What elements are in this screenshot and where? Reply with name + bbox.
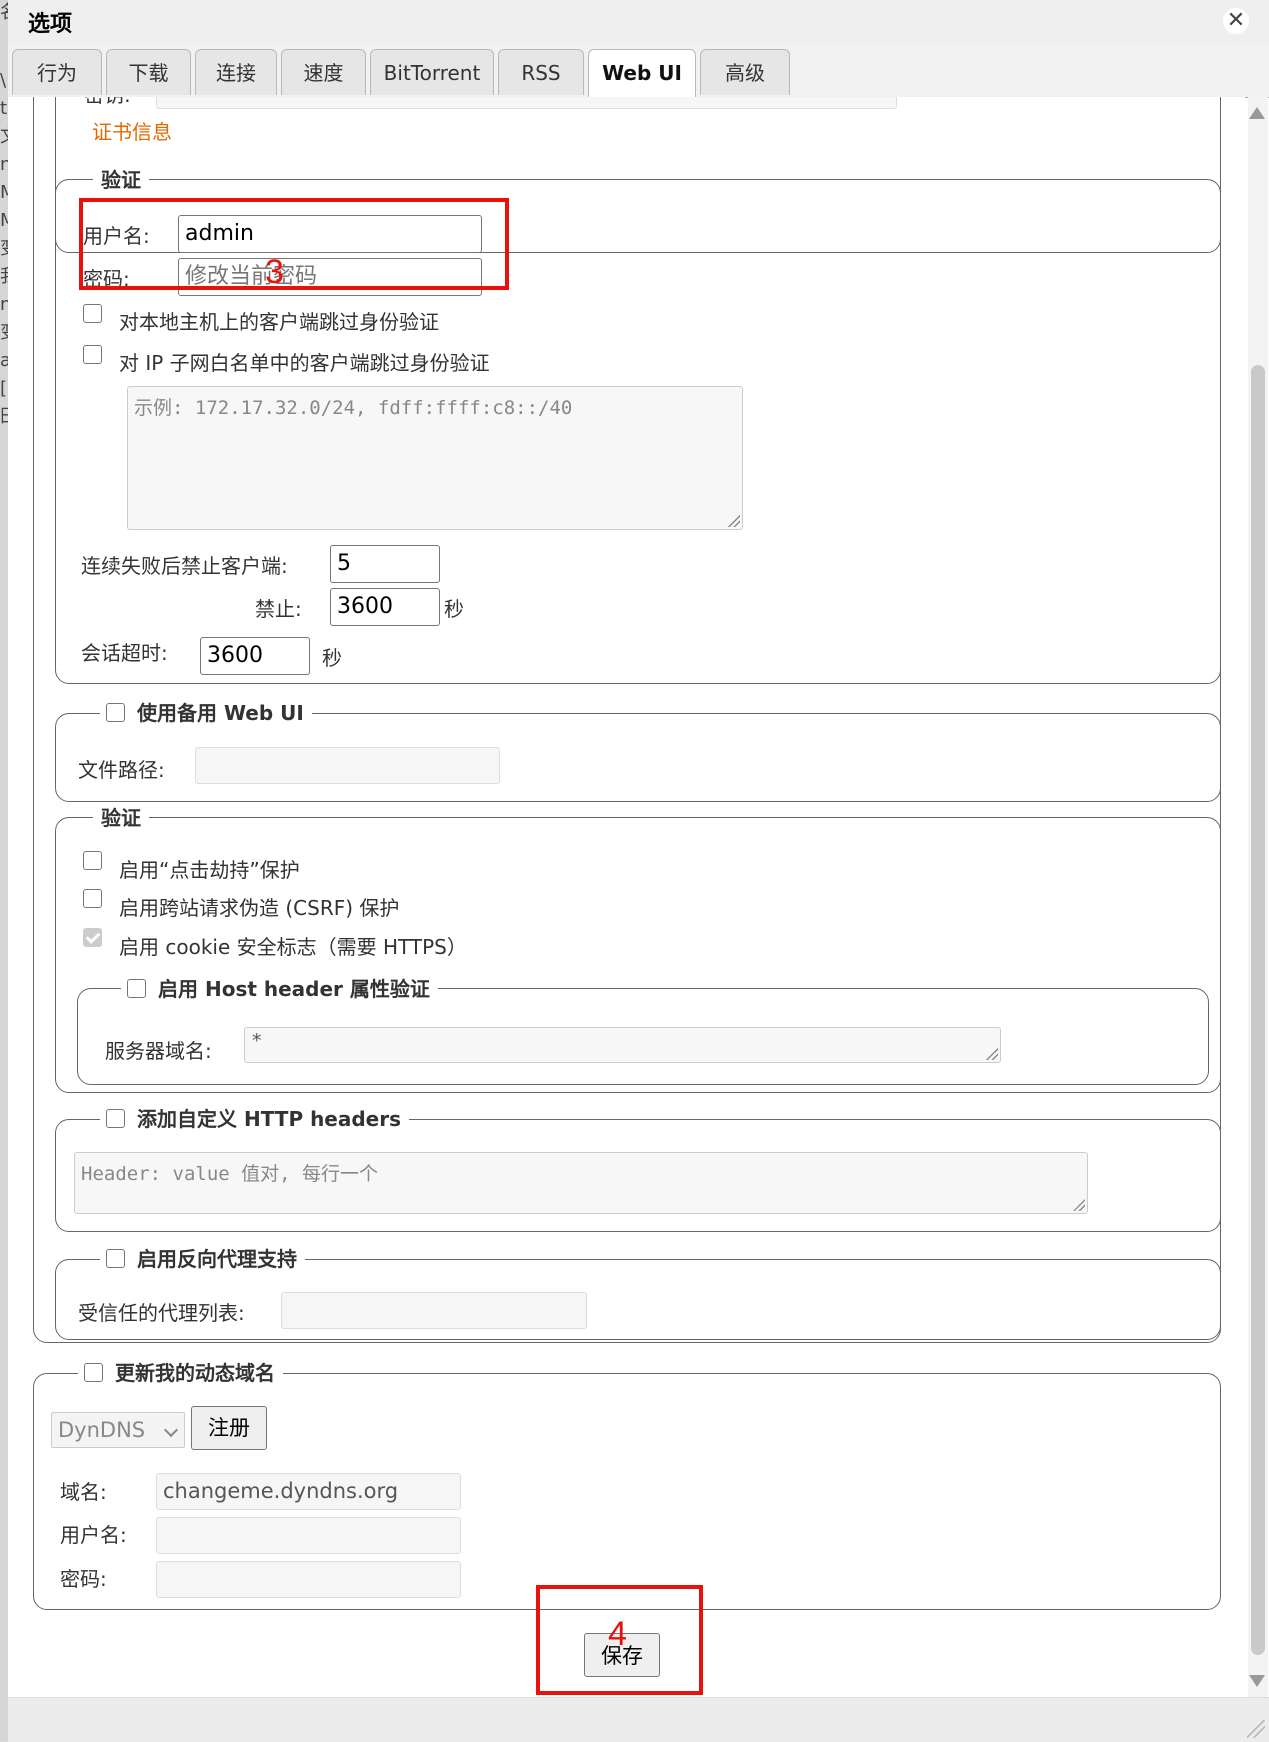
bypass-whitelist-label: 对 IP 子网白名单中的客户端跳过身份验证 <box>119 351 490 375</box>
register-button[interactable]: 注册 <box>191 1406 267 1450</box>
background-char: \ <box>0 70 7 91</box>
close-icon[interactable]: ✕ <box>1223 8 1249 34</box>
dyndns-password-label: 密码: <box>60 1567 107 1591</box>
file-path-label: 文件路径: <box>78 758 165 782</box>
annotation-number-3: 3 <box>265 253 284 291</box>
reverse-proxy-legend: 启用反向代理支持 <box>100 1243 305 1272</box>
custom-headers-legend: 添加自定义 HTTP headers <box>100 1103 410 1132</box>
ban-for-input[interactable]: 3600 <box>330 588 440 626</box>
tab-rss[interactable]: RSS <box>498 49 584 95</box>
tab-webui[interactable]: Web UI <box>588 49 696 99</box>
security-legend: 验证 <box>93 802 149 831</box>
dialog-footer <box>8 1697 1269 1742</box>
session-timeout-label: 会话超时: <box>81 641 168 665</box>
custom-headers-checkbox[interactable] <box>106 1109 125 1128</box>
dialog-titlebar: 选项 ✕ <box>8 0 1269 43</box>
tab-advanced[interactable]: 高级 <box>700 49 790 95</box>
scrollbar-thumb[interactable] <box>1251 365 1265 1655</box>
trusted-proxy-label: 受信任的代理列表: <box>78 1301 245 1325</box>
dialog-title: 选项 <box>28 12 73 37</box>
reverse-proxy-checkbox[interactable] <box>106 1249 125 1268</box>
tab-speed[interactable]: 速度 <box>281 49 366 95</box>
ban-after-input[interactable]: 5 <box>330 545 440 583</box>
cookie-secure-checkbox[interactable] <box>83 928 102 947</box>
server-domain-input[interactable]: * <box>244 1027 1001 1063</box>
content-scrollbar[interactable] <box>1248 97 1268 1697</box>
ban-for-label: 禁止: <box>255 597 302 621</box>
dyndns-legend-text: 更新我的动态域名 <box>115 1361 275 1385</box>
custom-headers-legend-text: 添加自定义 HTTP headers <box>137 1107 402 1131</box>
key-label: 密钥: <box>84 97 131 108</box>
alt-webui-legend-text: 使用备用 Web UI <box>137 701 304 725</box>
domain-input[interactable]: changeme.dyndns.org <box>156 1473 461 1510</box>
csrf-label: 启用跨站请求伪造 (CSRF) 保护 <box>119 896 400 920</box>
alt-webui-legend: 使用备用 Web UI <box>100 697 312 726</box>
annotation-number-4: 4 <box>608 1615 627 1653</box>
cookie-secure-label: 启用 cookie 安全标志（需要 HTTPS） <box>119 935 467 959</box>
scroll-down-icon[interactable] <box>1249 1675 1265 1687</box>
key-input[interactable] <box>156 97 897 109</box>
host-header-legend: 启用 Host header 属性验证 <box>121 973 438 1002</box>
options-content: 密钥: 证书信息 验证 用户名: admin 密码: 修改当前密码 对本地主机上… <box>8 97 1245 1697</box>
dyndns-username-label: 用户名: <box>60 1523 127 1547</box>
server-domain-label: 服务器域名: <box>105 1039 212 1063</box>
resize-grip-icon[interactable] <box>1247 1720 1265 1738</box>
dyndns-checkbox[interactable] <box>84 1363 103 1382</box>
scroll-up-icon[interactable] <box>1249 107 1265 119</box>
dyndns-legend: 更新我的动态域名 <box>78 1357 283 1386</box>
reverse-proxy-legend-text: 启用反向代理支持 <box>137 1247 297 1271</box>
bypass-local-label: 对本地主机上的客户端跳过身份验证 <box>119 310 439 334</box>
background-char: [ <box>0 378 8 399</box>
clickjacking-checkbox[interactable] <box>83 851 102 870</box>
ban-unit-label: 秒 <box>444 597 464 621</box>
dyndns-service-value: DynDNS <box>58 1418 146 1442</box>
bypass-whitelist-checkbox[interactable] <box>83 345 102 364</box>
session-timeout-input[interactable]: 3600 <box>200 637 310 675</box>
host-header-legend-text: 启用 Host header 属性验证 <box>158 977 430 1001</box>
chevron-down-icon <box>163 1422 179 1438</box>
clickjacking-label: 启用“点击劫持”保护 <box>119 858 300 882</box>
host-header-checkbox[interactable] <box>127 979 146 998</box>
ban-after-label: 连续失败后禁止客户端: <box>81 554 288 578</box>
alt-webui-checkbox[interactable] <box>106 703 125 722</box>
tab-bittorrent[interactable]: BitTorrent <box>370 49 494 95</box>
dyndns-password-input[interactable] <box>156 1561 461 1598</box>
tab-bar: 行为 下载 连接 速度 BitTorrent RSS Web UI 高级 <box>8 42 1269 99</box>
custom-headers-textarea[interactable]: Header: value 值对, 每行一个 <box>74 1152 1088 1214</box>
file-path-input[interactable] <box>195 747 500 784</box>
annotation-box-3 <box>79 198 509 290</box>
tab-connection[interactable]: 连接 <box>195 49 277 95</box>
tab-behavior[interactable]: 行为 <box>12 49 102 95</box>
options-dialog: 选项 ✕ 行为 下载 连接 速度 BitTorrent RSS Web UI 高… <box>8 0 1269 1742</box>
bypass-local-checkbox[interactable] <box>83 304 102 323</box>
auth-legend: 验证 <box>93 164 149 193</box>
csrf-checkbox[interactable] <box>83 889 102 908</box>
domain-label: 域名: <box>60 1480 107 1504</box>
dyndns-username-input[interactable] <box>156 1517 461 1554</box>
trusted-proxy-input[interactable] <box>281 1292 587 1329</box>
cert-info-link[interactable]: 证书信息 <box>92 116 172 145</box>
whitelist-textarea[interactable]: 示例: 172.17.32.0/24, fdff:ffff:c8::/40 <box>127 386 743 530</box>
session-unit-label: 秒 <box>322 646 342 670</box>
dyndns-service-select[interactable]: DynDNS <box>51 1412 185 1448</box>
tab-downloads[interactable]: 下载 <box>106 49 191 95</box>
